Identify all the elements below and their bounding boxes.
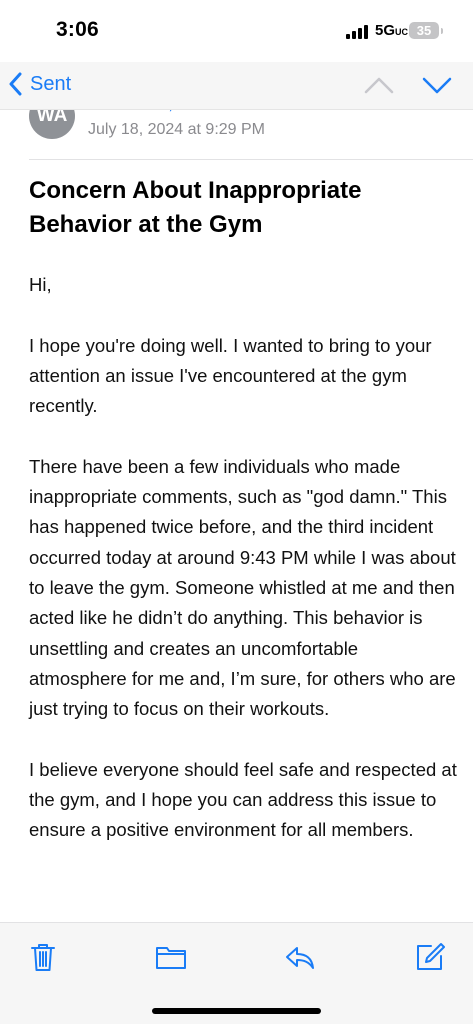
chevron-up-icon[interactable] — [362, 72, 396, 98]
back-label: Sent — [30, 72, 72, 95]
message-body: Hi, I hope you're doing well. I wanted t… — [29, 270, 459, 876]
network-indicator: 5GUC — [375, 22, 409, 39]
body-paragraph: Hi, — [29, 274, 52, 295]
compose-icon[interactable] — [413, 941, 445, 973]
status-time: 3:06 — [56, 18, 99, 41]
trash-icon[interactable] — [27, 941, 59, 973]
chevron-left-icon — [9, 72, 22, 96]
body-paragraph: I believe everyone should feel safe and … — [29, 758, 457, 841]
header-divider — [29, 159, 473, 160]
battery-icon: 35 — [409, 22, 443, 39]
message-subject: Concern About Inappropriate Behavior at … — [29, 177, 362, 238]
home-indicator[interactable] — [152, 1008, 321, 1014]
status-bar: 3:06 5GUC 35 — [0, 0, 473, 62]
signal-icon — [346, 25, 370, 39]
body-paragraph: There have been a few individuals who ma… — [29, 455, 456, 720]
body-paragraph: I hope you're doing well. I wanted to br… — [29, 334, 432, 417]
chevron-down-icon[interactable] — [420, 72, 454, 98]
folder-icon[interactable] — [155, 941, 187, 973]
back-button[interactable]: Sent — [8, 70, 71, 98]
nav-bar: Sent — [0, 62, 473, 110]
reply-icon[interactable] — [284, 941, 316, 973]
message-date: July 18, 2024 at 9:29 PM — [88, 121, 265, 138]
